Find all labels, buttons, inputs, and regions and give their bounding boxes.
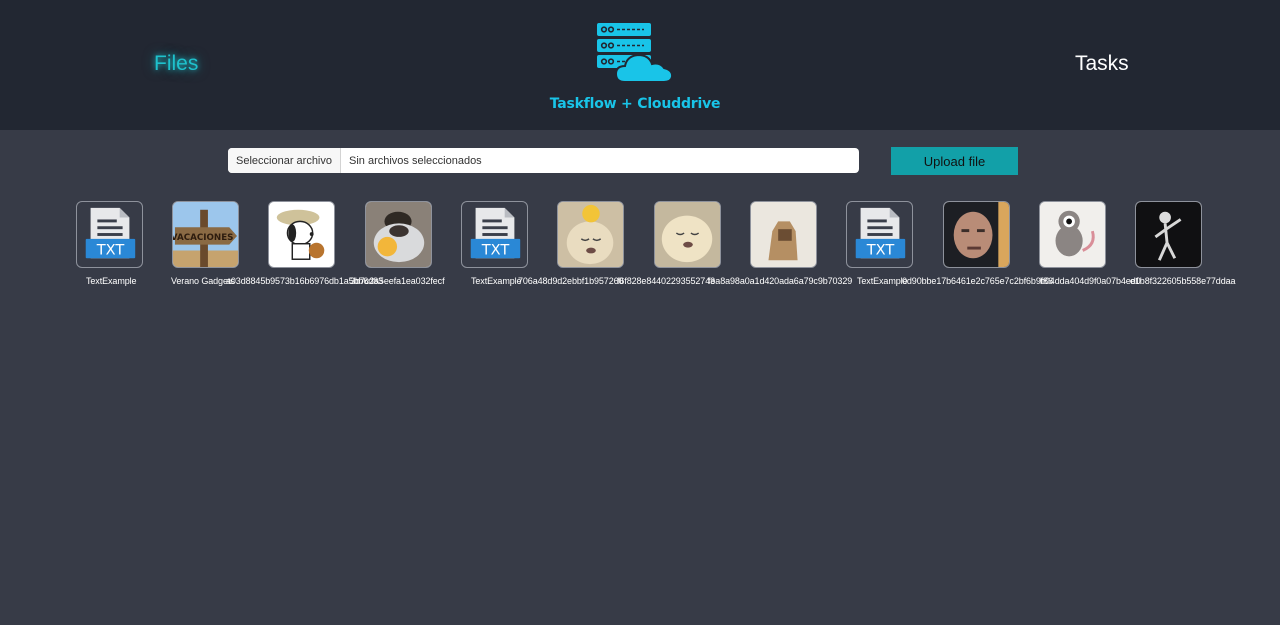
file-thumb-dog-image[interactable] [750, 201, 817, 268]
file-thumb-vacaciones-sign-image[interactable]: VACACIONES [172, 201, 239, 268]
file-thumb-txt-icon[interactable]: TXT [846, 201, 913, 268]
brand-title: Taskflow + Clouddrive [549, 96, 721, 112]
svg-text:TXT: TXT [866, 241, 895, 258]
file-picker[interactable]: Seleccionar archivo Sin archivos selecci… [228, 148, 859, 173]
server-cloud-icon [597, 23, 674, 83]
file-name[interactable]: 706a48d9d2ebbf1b957260 [518, 276, 624, 286]
file-thumb-snoopy-image[interactable] [268, 201, 335, 268]
file-name[interactable]: 3b7c2a5eefa1ea032fecf [350, 276, 445, 286]
svg-text:TXT: TXT [96, 241, 125, 258]
file-thumb-man-face-image[interactable] [943, 201, 1010, 268]
upload-file-button[interactable]: Upload file [891, 147, 1018, 175]
file-name[interactable]: f6f828e84402293552743 [617, 276, 715, 286]
file-name[interactable]: e1b8f322605b558e77ddaa [1130, 276, 1236, 286]
file-thumb-puppy-image[interactable] [654, 201, 721, 268]
file-name[interactable]: TextExample [471, 276, 522, 286]
file-status-text: Sin archivos seleccionados [349, 154, 482, 167]
top-header: Files Taskflow + Clouddrive Tasks [0, 0, 1280, 130]
file-thumb-txt-icon[interactable]: TXT [461, 201, 528, 268]
svg-text:VACACIONES: VACACIONES [173, 233, 233, 243]
file-thumb-sad-puppy-image[interactable] [557, 201, 624, 268]
file-name[interactable]: TextExample [857, 276, 908, 286]
choose-file-button[interactable]: Seleccionar archivo [228, 148, 341, 173]
file-name[interactable]: fea8a98a0a1d420ada6a79c9b70329 [708, 276, 852, 286]
file-thumb-puppy-bowl-image[interactable] [365, 201, 432, 268]
file-name[interactable]: 0d90bbe17b6461e2c765e7c2bf6b9f86 [902, 276, 1053, 286]
nav-files-link[interactable]: Files [154, 52, 198, 76]
file-thumb-dancing-figure-image[interactable] [1135, 201, 1202, 268]
svg-text:TXT: TXT [481, 241, 510, 258]
file-name[interactable]: b04dda404d9f0a07b4ed0 [1040, 276, 1141, 286]
nav-tasks-link[interactable]: Tasks [1075, 52, 1129, 76]
file-thumb-cartoon-rat-image[interactable] [1039, 201, 1106, 268]
file-name[interactable]: TextExample [86, 276, 137, 286]
file-thumb-txt-icon[interactable]: TXT [76, 201, 143, 268]
